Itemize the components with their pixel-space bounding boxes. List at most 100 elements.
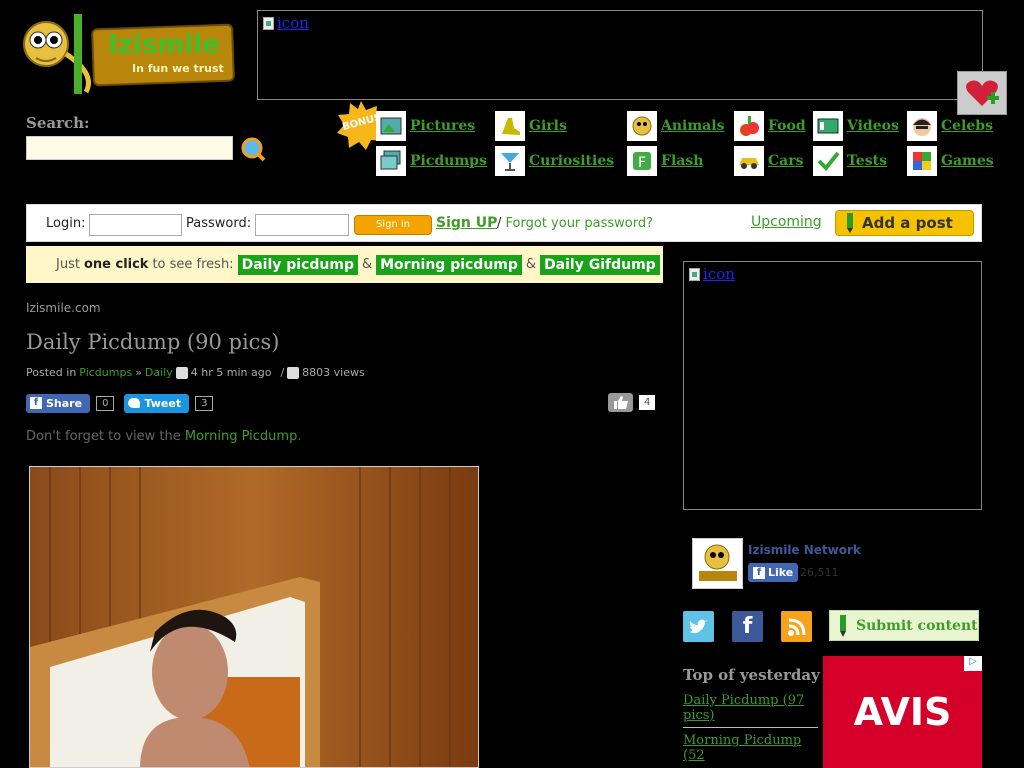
site-name: Izismile.com [26,301,101,315]
category-curiosities-link[interactable]: Curiosities [529,153,614,169]
category-animals[interactable]: Animals [627,111,724,141]
category-link[interactable]: Picdumps [79,366,132,379]
share-count: 0 [96,395,115,411]
sign-in-button[interactable]: Sign in [354,215,432,235]
right-ad-banner[interactable]: icon [683,261,982,510]
network-like-count: 26,511 [800,566,839,579]
category-cars[interactable]: Cars [734,146,803,176]
add-post-button[interactable]: Add a post [835,210,974,236]
morning-picdump-link[interactable]: Morning Picdump [185,429,297,444]
tweet-button[interactable]: Tweet [124,393,190,413]
login-bar: Login: Password: Sign in Sign UP / Forgo… [26,204,982,242]
fresh-bold: one click [83,257,149,272]
broken-image-icon [263,16,274,30]
category-videos-link[interactable]: Videos [847,118,899,134]
morning-picdump-button[interactable]: Morning picdump [376,254,522,275]
social-icons: f [683,611,812,642]
daily-gifdump-button[interactable]: Daily Gifdump [540,254,660,275]
password-label: Password: [186,216,252,231]
tests-icon [813,146,843,176]
category-animals-link[interactable]: Animals [661,118,724,134]
category-tests-link[interactable]: Tests [847,153,887,169]
facebook-icon: f [753,566,765,579]
girls-icon [495,111,525,141]
site-logo[interactable]: Izismile In fun we trust [14,0,238,108]
videos-icon [813,111,843,141]
avis-logo: AVIS [853,690,952,734]
network-name: Izismile Network [748,543,861,557]
network-like-button[interactable]: f Like [748,563,799,582]
daily-picdump-button[interactable]: Daily picdump [237,254,358,275]
top-ad-banner[interactable]: icon [257,10,983,100]
login-input[interactable] [89,214,182,236]
category-videos[interactable]: Videos [813,111,899,141]
breadcrumb-arrow: » [135,366,142,379]
sign-up-link[interactable]: Sign UP [436,215,497,231]
izismile-network-widget: Izismile Network f Like 26,511 [692,538,892,590]
submit-content-label: Submit content [856,617,978,634]
top-ad-link[interactable]: icon [263,14,309,32]
category-flash[interactable]: F Flash [627,146,703,176]
fresh-amp: & [361,257,373,272]
facebook-share-button[interactable]: f Share [26,393,91,413]
twitter-bird-icon [128,398,141,408]
top-yesterday-item[interactable]: Morning Picdump (52 [683,733,817,763]
login-label: Login: [46,216,86,231]
category-curiosities[interactable]: Curiosities [495,146,614,176]
like-count: 4 [639,395,656,410]
forgot-password-group: / Forgot your password? [497,216,653,231]
facebook-button[interactable]: f [732,611,763,642]
celebs-icon [907,111,937,141]
facebook-icon: f [742,614,753,639]
clock-icon [175,366,188,379]
category-flash-link[interactable]: Flash [661,153,703,169]
adchoices-icon[interactable]: ▷ [964,656,982,671]
svg-text:F: F [638,155,646,171]
post-photo[interactable] [29,466,479,768]
thumbs-up-icon [613,396,628,409]
right-ad-link[interactable]: icon [689,265,735,283]
like-box: 4 [608,393,656,412]
post-meta: Posted in Picdumps » Daily 4 hr 5 min ag… [26,366,365,379]
category-celebs-link[interactable]: Celebs [941,118,993,134]
login-separator: / [497,216,502,231]
reminder-text: Don't forget to view the Morning Picdump… [26,429,301,444]
meta-separator: / [280,366,285,379]
category-food-link[interactable]: Food [768,118,806,134]
search-button[interactable] [240,136,266,162]
curiosities-icon [495,146,525,176]
food-icon [734,111,764,141]
rss-button[interactable] [781,611,812,642]
thumbs-up-button[interactable] [608,393,633,412]
category-girls-link[interactable]: Girls [529,118,567,134]
category-games-link[interactable]: Games [941,153,994,169]
category-picdumps[interactable]: Picdumps [376,146,487,176]
category-picdumps-link[interactable]: Picdumps [410,153,487,169]
games-icon [907,146,937,176]
tweet-count: 3 [195,395,214,411]
network-avatar[interactable] [692,538,743,589]
category-tests[interactable]: Tests [813,146,887,176]
category-pictures-link[interactable]: Pictures [410,118,475,134]
category-games[interactable]: Games [907,146,994,176]
password-input[interactable] [255,214,349,236]
pencil-icon [847,213,853,233]
add-favorite-button[interactable] [957,71,1007,115]
right-ad-link-text: icon [703,265,735,283]
picdumps-icon [376,146,406,176]
forgot-password-link[interactable]: Forgot your password? [506,216,654,231]
category-pictures[interactable]: Pictures [376,111,475,141]
avis-ad[interactable]: AVIS ▷ [823,656,982,768]
search-input[interactable] [26,136,233,160]
category-celebs[interactable]: Celebs [907,111,993,141]
fresh-dump-bar: Just one click to see fresh: Daily picdu… [26,246,663,283]
category-girls[interactable]: Girls [495,111,567,141]
submit-content-button[interactable]: Submit content [829,610,979,641]
twitter-button[interactable] [683,611,714,642]
post-views: 8803 views [302,366,365,379]
top-yesterday-item[interactable]: Daily Picdump (97 pics) [683,693,817,723]
category-cars-link[interactable]: Cars [768,153,803,169]
category-food[interactable]: Food [734,111,806,141]
subcategory-link[interactable]: Daily [145,366,173,379]
upcoming-link[interactable]: Upcoming [751,214,822,230]
